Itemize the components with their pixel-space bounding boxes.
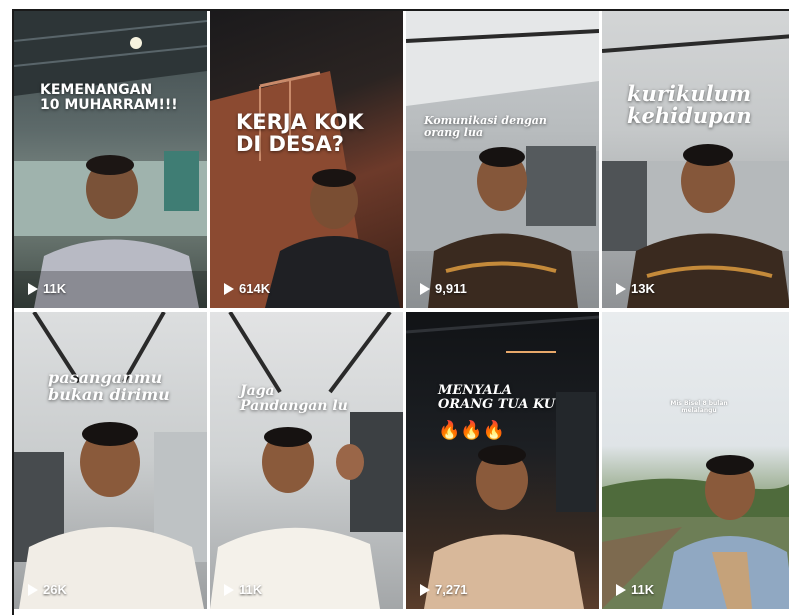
view-count: 11K xyxy=(224,582,262,597)
view-count: 11K xyxy=(616,582,654,597)
video-tile[interactable]: KEMENANGAN 10 MUHARRAM!!! 11K xyxy=(14,11,207,308)
view-count-label: 9,911 xyxy=(435,281,467,296)
video-caption: Komunikasi dengan orang lua xyxy=(424,114,547,139)
video-caption: Mis Bisel 8 bulan melalangu xyxy=(670,400,728,415)
video-tile[interactable]: Komunikasi dengan orang lua 9,911 xyxy=(406,11,599,308)
video-caption: MENYALA ORANG TUA KU xyxy=(438,383,556,412)
video-caption: KEMENANGAN 10 MUHARRAM!!! xyxy=(40,82,178,113)
play-icon xyxy=(28,282,38,295)
thumbnail-scene xyxy=(14,312,207,609)
play-icon xyxy=(616,282,626,295)
play-icon xyxy=(616,583,626,596)
thumbnail-scene xyxy=(602,455,789,609)
view-count: 13K xyxy=(616,281,655,296)
video-tile[interactable]: Jaga Pandangan lu 11K xyxy=(210,312,403,609)
play-icon xyxy=(420,583,430,596)
play-icon xyxy=(224,282,234,295)
play-icon xyxy=(28,583,38,596)
thumbnail-scene xyxy=(14,11,207,308)
video-caption: pasanganmu bukan dirimu xyxy=(48,368,170,404)
video-caption: kurikulum kehidupan xyxy=(627,81,752,129)
view-count-label: 614K xyxy=(239,281,271,296)
play-icon xyxy=(420,282,430,295)
view-count: 9,911 xyxy=(420,281,467,296)
video-tile[interactable]: Mis Bisel 8 bulan melalangu 11K xyxy=(602,312,789,609)
view-count: 7,271 xyxy=(420,582,468,597)
video-caption: Jaga Pandangan lu xyxy=(240,383,348,414)
video-tile[interactable]: MENYALA ORANG TUA KU 🔥🔥🔥 7,271 xyxy=(406,312,599,609)
view-count-label: 11K xyxy=(239,582,263,597)
thumbnail-scene xyxy=(210,71,400,308)
video-tile[interactable]: KERJA KOK DI DESA? 614K xyxy=(210,11,403,308)
view-count-label: 11K xyxy=(43,281,67,296)
video-tile[interactable]: kurikulum kehidupan 13K xyxy=(602,11,789,308)
view-count-label: 11K xyxy=(631,582,655,597)
play-icon xyxy=(224,583,234,596)
view-count: 26K xyxy=(28,582,67,597)
video-caption: KERJA KOK DI DESA? xyxy=(236,110,364,157)
thumbnail-scene xyxy=(406,315,599,609)
video-tile[interactable]: pasanganmu bukan dirimu 26K xyxy=(14,312,207,609)
video-grid: KEMENANGAN 10 MUHARRAM!!! 11K KERJA KOK … xyxy=(12,9,789,615)
view-count: 614K xyxy=(224,281,270,296)
view-count-label: 13K xyxy=(631,281,655,296)
fire-emoji: 🔥🔥🔥 xyxy=(438,420,506,440)
view-count: 11K xyxy=(28,281,66,296)
view-count-label: 26K xyxy=(43,582,67,597)
thumbnail-scene xyxy=(406,11,599,308)
view-count-label: 7,271 xyxy=(435,582,468,597)
thumbnail-scene xyxy=(210,312,403,609)
thumbnail-scene xyxy=(602,34,789,308)
